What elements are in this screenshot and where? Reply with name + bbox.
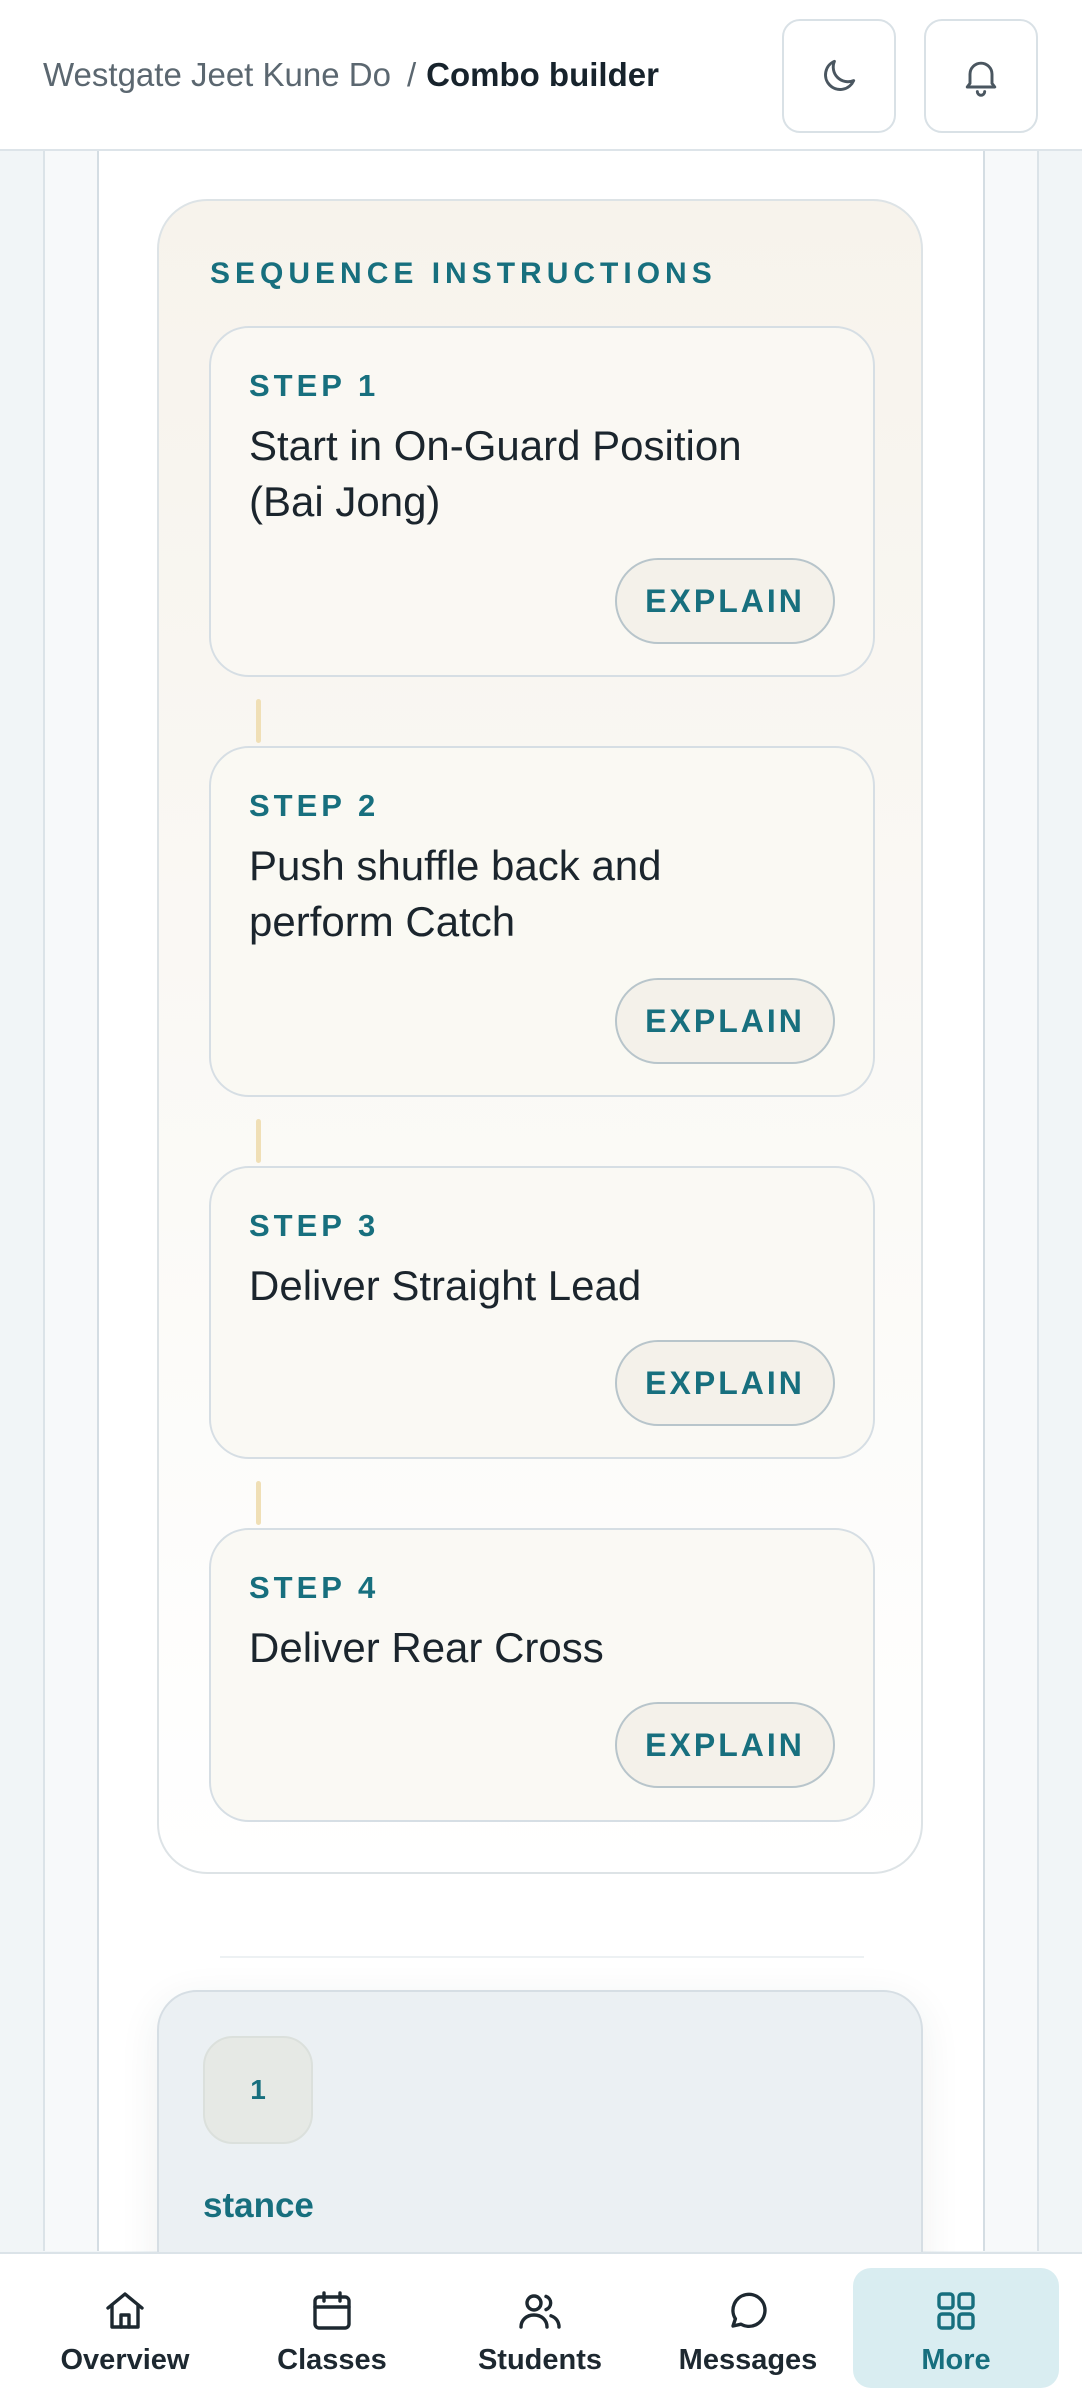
bottom-nav: Overview Classes Students Messages More bbox=[0, 2252, 1082, 2402]
combo-name: stance bbox=[203, 2186, 314, 2225]
nav-label: Classes bbox=[277, 2344, 387, 2376]
top-header: Westgate Jeet Kune Do / Combo builder bbox=[0, 0, 1082, 151]
step-text: Deliver Straight Lead bbox=[249, 1262, 642, 1309]
nav-item-messages[interactable]: Messages bbox=[645, 2268, 851, 2388]
nav-item-classes[interactable]: Classes bbox=[229, 2268, 435, 2388]
nav-item-students[interactable]: Students bbox=[437, 2268, 643, 2388]
app-screen: Westgate Jeet Kune Do / Combo builder SE… bbox=[0, 0, 1082, 2402]
chat-icon bbox=[724, 2286, 772, 2336]
sequence-instructions-panel: SEQUENCE INSTRUCTIONS STEP 1 Start in On… bbox=[157, 199, 923, 1874]
moon-icon bbox=[824, 59, 856, 91]
theme-toggle-button[interactable] bbox=[782, 19, 896, 133]
step-card-4: STEP 4 Deliver Rear Cross EXPLAIN bbox=[209, 1528, 875, 1822]
notifications-button[interactable] bbox=[924, 19, 1038, 133]
explain-button-step-3[interactable]: EXPLAIN bbox=[615, 1340, 835, 1426]
nav-label: Overview bbox=[60, 2344, 190, 2376]
step-card-3: STEP 3 Deliver Straight Lead EXPLAIN bbox=[209, 1166, 875, 1459]
step-text: Deliver Rear Cross bbox=[249, 1624, 604, 1671]
sequence-instructions-heading: SEQUENCE INSTRUCTIONS bbox=[210, 257, 717, 290]
nav-item-overview[interactable]: Overview bbox=[22, 2268, 228, 2388]
step-text: Start in On-Guard Position (Bai Jong) bbox=[249, 422, 742, 525]
step-label: STEP 1 bbox=[249, 368, 380, 403]
nav-item-more[interactable]: More bbox=[853, 2268, 1059, 2388]
explain-button-step-2[interactable]: EXPLAIN bbox=[615, 978, 835, 1064]
nav-label: Messages bbox=[678, 2344, 818, 2376]
step-label: STEP 4 bbox=[249, 1570, 380, 1605]
step-card-1: STEP 1 Start in On-Guard Position (Bai J… bbox=[209, 326, 875, 677]
breadcrumb-separator: / bbox=[406, 55, 417, 93]
breadcrumb-root[interactable]: Westgate Jeet Kune Do bbox=[43, 56, 391, 94]
step-label: STEP 3 bbox=[249, 1208, 380, 1243]
nav-label: Students bbox=[477, 2344, 603, 2376]
grid-icon bbox=[932, 2286, 980, 2336]
explain-button-step-4[interactable]: EXPLAIN bbox=[615, 1702, 835, 1788]
explain-button-step-1[interactable]: EXPLAIN bbox=[615, 558, 835, 644]
step-label: STEP 2 bbox=[249, 788, 380, 823]
home-icon bbox=[101, 2286, 149, 2336]
calendar-icon bbox=[308, 2286, 356, 2336]
step-connector bbox=[256, 1119, 261, 1163]
bell-icon bbox=[965, 61, 997, 97]
step-connector bbox=[256, 1481, 261, 1525]
users-icon bbox=[516, 2286, 564, 2336]
step-connector bbox=[256, 699, 261, 743]
nav-label: More bbox=[921, 2344, 991, 2376]
combo-number-badge: 1 bbox=[203, 2036, 313, 2144]
step-text: Push shuffle back and perform Catch bbox=[249, 842, 662, 945]
page-title: Combo builder bbox=[426, 55, 659, 93]
step-card-2: STEP 2 Push shuffle back and perform Cat… bbox=[209, 746, 875, 1097]
section-divider bbox=[220, 1956, 864, 1958]
